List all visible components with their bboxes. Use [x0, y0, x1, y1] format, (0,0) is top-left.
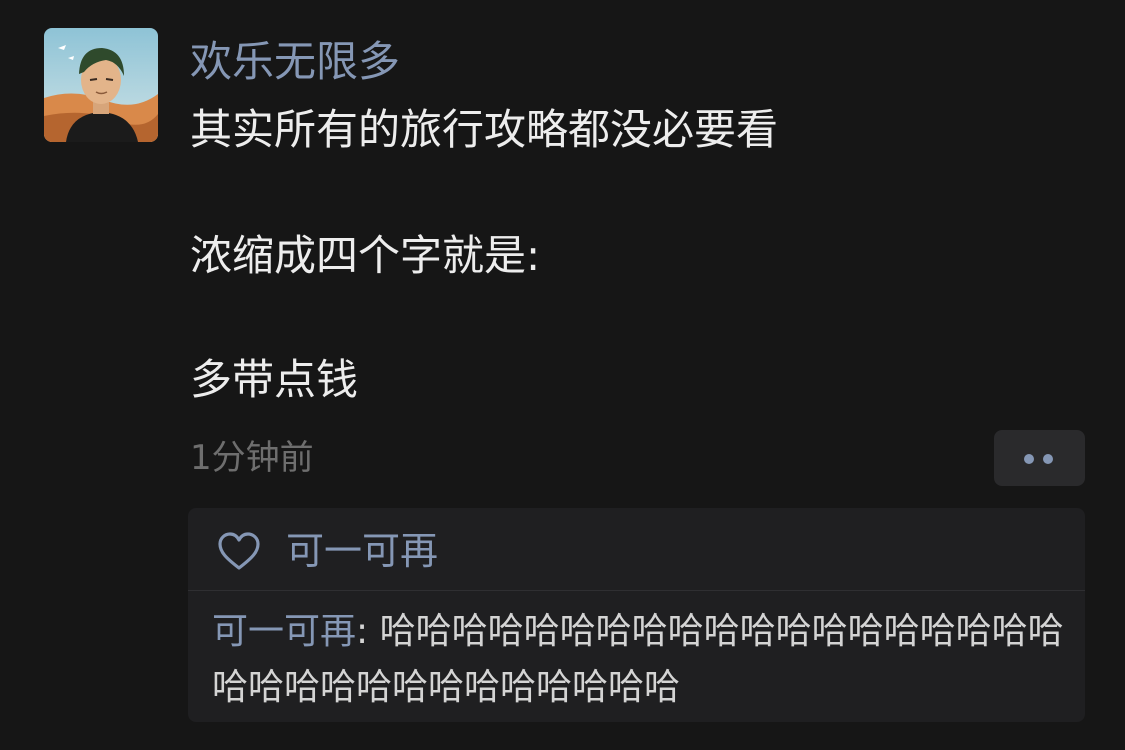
username[interactable]: 欢乐无限多	[190, 32, 400, 92]
post-text-line: 其实所有的旅行攻略都没必要看	[190, 105, 779, 154]
more-options-button[interactable]	[994, 430, 1085, 486]
comment-item[interactable]: 可一可再: 哈哈哈哈哈哈哈哈哈哈哈哈哈哈哈哈哈哈哈哈哈哈哈哈哈哈哈哈哈哈哈哈	[212, 604, 1078, 716]
divider	[188, 590, 1085, 591]
avatar[interactable]	[44, 28, 158, 142]
heart-icon[interactable]	[216, 531, 262, 571]
avatar-image	[44, 28, 158, 142]
comment-separator: :	[356, 611, 380, 652]
post-text-line: 多带点钱	[190, 355, 359, 404]
post-text-line: 浓缩成四个字就是:	[190, 231, 541, 280]
post-timestamp: 1分钟前	[190, 438, 314, 478]
liker-name[interactable]: 可一可再	[286, 526, 438, 576]
interaction-panel: 可一可再 可一可再: 哈哈哈哈哈哈哈哈哈哈哈哈哈哈哈哈哈哈哈哈哈哈哈哈哈哈哈哈哈…	[188, 508, 1085, 722]
likes-row: 可一可再	[188, 508, 1085, 590]
comment-author[interactable]: 可一可再	[212, 611, 356, 652]
